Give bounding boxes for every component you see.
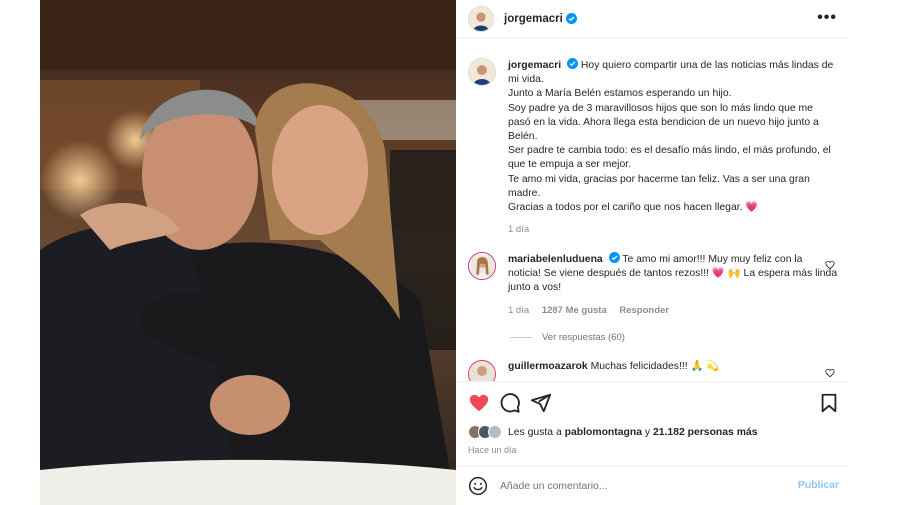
commenter-username[interactable]: guillermoazarok	[508, 361, 588, 372]
caption-text-line: Ser padre te cambia todo: es el desafío …	[508, 145, 831, 171]
couple-photo-illustration	[40, 0, 456, 505]
more-icon[interactable]: •••	[817, 10, 837, 26]
caption-time[interactable]: 1 día	[508, 224, 529, 235]
likes-user[interactable]: pablomontagna	[565, 427, 642, 438]
caption-username[interactable]: jorgemacri	[508, 60, 561, 71]
likes-joiner: y	[644, 426, 651, 438]
comments-section[interactable]: jorgemacri Hoy quiero compartir una de l…	[456, 44, 849, 381]
caption-text-line: Junto a María Belén estamos esperando un…	[508, 88, 732, 100]
post-time[interactable]: Hace un día	[468, 445, 517, 455]
comment-meta: 1 día 1287 Me gusta Responder	[508, 304, 838, 318]
comment-like-heart-icon[interactable]	[825, 368, 835, 378]
likes-summary[interactable]: Les gusta a pablomontagna y 21.182 perso…	[468, 425, 758, 439]
comment-input[interactable]	[500, 480, 770, 492]
view-replies-button[interactable]: Ver respuestas (60)	[510, 332, 625, 343]
comment-time[interactable]: 1 día	[508, 305, 529, 316]
comment-icon[interactable]	[499, 392, 521, 414]
liker-avatar	[488, 425, 502, 439]
comment-text: Muchas felicidades!!! 🙏 💫	[590, 361, 720, 372]
heart-icon[interactable]	[468, 392, 490, 414]
comment-like-heart-icon[interactable]	[825, 260, 835, 270]
author-avatar[interactable]	[468, 5, 494, 32]
likes-prefix: Les gusta a	[508, 426, 562, 438]
post-photo[interactable]	[40, 0, 456, 505]
add-comment-bar: Publicar	[456, 466, 849, 505]
caption-meta: 1 día	[508, 223, 838, 237]
comment-body: mariabelenluduena Te amo mi amor!!! Muy …	[508, 252, 838, 318]
verified-icon	[608, 252, 620, 263]
caption-body: jorgemacri Hoy quiero compartir una de l…	[508, 58, 838, 237]
view-replies-label: Ver respuestas (60)	[542, 332, 625, 343]
publish-button[interactable]: Publicar	[798, 480, 839, 491]
comment-body: guillermoazarok Muchas felicidades!!! 🙏 …	[508, 360, 838, 374]
caption-text-line: Soy padre ya de 3 maravillosos hijos que…	[508, 102, 819, 143]
caption-text-line: Gracias a todos por el cariño que nos ha…	[508, 202, 759, 214]
action-bar	[456, 381, 849, 425]
caption-text-line: Te amo mi vida, gracias por hacerme tan …	[508, 173, 810, 199]
likes-others[interactable]: 21.182 personas más	[653, 427, 758, 438]
reply-button[interactable]: Responder	[619, 305, 669, 316]
verified-icon	[567, 58, 579, 69]
author-username[interactable]: jorgemacri	[504, 13, 563, 25]
verified-icon	[565, 13, 577, 24]
liker-avatars	[468, 425, 502, 439]
comment-likes[interactable]: 1287 Me gusta	[542, 305, 607, 316]
replies-divider	[510, 337, 532, 338]
commenter-username[interactable]: mariabelenluduena	[508, 254, 603, 265]
bookmark-icon[interactable]	[818, 392, 840, 414]
share-icon[interactable]	[530, 392, 552, 414]
post-detail-panel: jorgemacri ••• jorgemacri Hoy quiero com…	[456, 0, 849, 505]
emoji-icon[interactable]	[468, 476, 488, 496]
caption-avatar[interactable]	[468, 58, 496, 86]
commenter-avatar[interactable]	[468, 360, 496, 381]
post-header: jorgemacri •••	[456, 0, 849, 38]
commenter-avatar[interactable]	[468, 252, 496, 280]
